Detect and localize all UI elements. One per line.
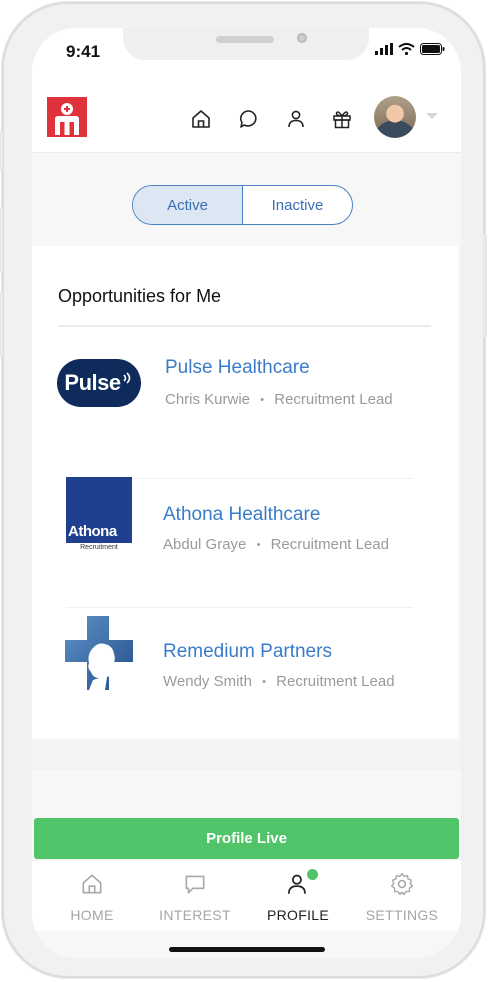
chat-icon: [185, 875, 205, 894]
profile-avatar[interactable]: [374, 96, 416, 138]
tab-label: INTEREST: [159, 907, 231, 923]
home-indicator[interactable]: [169, 947, 325, 952]
front-camera: [297, 33, 307, 43]
status-toggle: Active Inactive: [132, 185, 353, 225]
opportunities-card: Opportunities for Me Pulse Pulse Healthc…: [32, 246, 458, 738]
signal-icon: [375, 43, 393, 55]
separator: •: [262, 676, 266, 688]
title-divider: [58, 325, 431, 327]
contact-role: Recruitment Lead: [274, 391, 393, 408]
volume-down-button: [0, 292, 3, 358]
profile-live-button[interactable]: Profile Live: [34, 818, 459, 859]
contact-meta: Wendy Smith • Recruitment Lead: [163, 673, 395, 690]
contact-meta: Chris Kurwie • Recruitment Lead: [165, 391, 393, 408]
tab-label: PROFILE: [266, 907, 329, 923]
tab-settings[interactable]: SETTINGS: [352, 869, 452, 923]
contact-role: Recruitment Lead: [276, 673, 395, 690]
separator: •: [256, 539, 261, 551]
phone-frame: 9:41 Active Inactive Opportunities for M…: [0, 2, 487, 978]
tab-interest[interactable]: INTEREST: [145, 869, 245, 923]
content-footer: [32, 740, 461, 770]
contact-name: Abdul Graye: [163, 536, 247, 553]
home-icon: [82, 874, 102, 894]
chevron-down-icon[interactable]: [426, 113, 438, 119]
gift-icon[interactable]: [330, 107, 354, 131]
status-time: 9:41: [66, 42, 101, 61]
wifi-icon: [398, 43, 415, 55]
tab-bar: HOME INTEREST PROFILE SETTINGS: [32, 861, 461, 931]
section-title: Opportunities for Me: [58, 286, 222, 306]
user-icon[interactable]: [284, 107, 308, 131]
list-item-pulse[interactable]: Pulse Healthcare Chris Kurwie • Recruitm…: [32, 346, 458, 466]
tab-home[interactable]: HOME: [42, 869, 142, 923]
gear-icon: [391, 873, 413, 896]
toggle-active[interactable]: Active: [133, 186, 243, 224]
medic-logo[interactable]: [47, 97, 87, 137]
tab-label: SETTINGS: [365, 907, 439, 923]
list-item-remedium[interactable]: Remedium Partners Wendy Smith • Recruitm…: [32, 609, 458, 729]
volume-up-button: [0, 207, 3, 273]
company-name[interactable]: Athona Healthcare: [163, 504, 320, 526]
company-name[interactable]: Remedium Partners: [163, 641, 332, 663]
online-indicator: [307, 869, 318, 880]
contact-meta: Abdul Graye • Recruitment Lead: [163, 536, 389, 553]
status-icons: [375, 43, 445, 55]
notch: [123, 28, 369, 60]
contact-name: Wendy Smith: [163, 673, 252, 690]
company-name[interactable]: Pulse Healthcare: [165, 357, 310, 379]
home-icon[interactable]: [189, 107, 213, 131]
speaker: [216, 36, 274, 43]
tab-profile[interactable]: PROFILE: [248, 869, 348, 923]
contact-role: Recruitment Lead: [270, 536, 389, 553]
status-bar: 9:41: [32, 28, 461, 72]
list-item-athona[interactable]: Athona Healthcare Abdul Graye • Recruitm…: [32, 480, 458, 600]
app-header: [32, 72, 461, 153]
power-button: [483, 234, 487, 338]
chat-icon[interactable]: [237, 107, 261, 131]
screen: 9:41 Active Inactive Opportunities for M…: [32, 28, 461, 958]
contact-name: Chris Kurwie: [165, 391, 251, 408]
battery-icon: [420, 43, 445, 55]
item-divider: [66, 607, 413, 608]
toggle-inactive[interactable]: Inactive: [243, 186, 352, 224]
tab-label: HOME: [70, 907, 114, 923]
separator: •: [260, 394, 265, 406]
mute-switch: [0, 130, 3, 170]
